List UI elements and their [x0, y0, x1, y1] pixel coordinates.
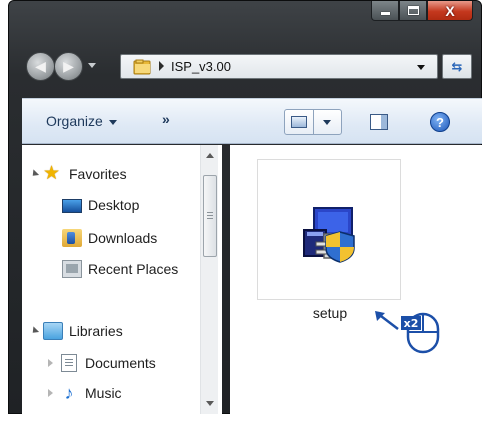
nav-favorites-label: Favorites — [69, 166, 127, 182]
nav-libraries-label: Libraries — [69, 323, 123, 339]
back-arrow-icon: ◀ — [35, 58, 46, 74]
double-click-mouse-icon: x2 — [401, 312, 440, 354]
help-button[interactable]: ? — [430, 112, 450, 132]
close-button[interactable]: X — [427, 1, 473, 21]
scroll-down-arrow-icon[interactable] — [206, 401, 214, 406]
organize-label: Organize — [46, 113, 103, 129]
nav-music[interactable]: ♪ Music — [48, 384, 122, 402]
breadcrumb-current-folder[interactable]: ISP_v3.00 — [171, 59, 231, 74]
minimize-icon — [380, 12, 390, 15]
maximize-button[interactable] — [399, 1, 427, 21]
double-click-label: x2 — [404, 317, 419, 330]
window-bottom-edge — [22, 414, 482, 423]
minimize-button[interactable] — [371, 1, 399, 21]
change-view-control[interactable] — [284, 109, 342, 135]
refresh-button[interactable]: ⇆ — [442, 54, 472, 79]
breadcrumb-separator-icon[interactable] — [159, 61, 164, 71]
address-history-dropdown-icon[interactable] — [417, 65, 425, 70]
organize-button[interactable]: Organize — [46, 113, 117, 129]
close-icon: X — [445, 2, 455, 19]
chevron-down-icon — [108, 119, 117, 125]
nav-downloads[interactable]: Downloads — [62, 229, 157, 247]
downloads-icon — [62, 229, 82, 247]
nav-music-label: Music — [85, 385, 122, 401]
file-list-pane: setup — [230, 145, 482, 414]
nav-recent-places-label: Recent Places — [88, 261, 179, 277]
grip-icon — [207, 212, 213, 219]
recent-places-icon — [62, 260, 82, 278]
installer-icon — [303, 207, 355, 263]
address-bar[interactable]: ISP_v3.00 — [120, 54, 438, 79]
navigation-scrollbar[interactable] — [200, 145, 218, 414]
view-icon — [290, 116, 307, 128]
chevron-down-icon — [323, 119, 332, 125]
file-name-setup[interactable]: setup — [294, 305, 366, 321]
command-toolbar: Organize » ? — [22, 98, 482, 144]
folder-icon — [133, 59, 151, 75]
nav-downloads-label: Downloads — [88, 230, 158, 246]
forward-button[interactable]: ▶ — [54, 52, 83, 81]
nav-recent-places[interactable]: Recent Places — [62, 260, 178, 278]
scroll-up-arrow-icon[interactable] — [206, 153, 214, 158]
nav-documents[interactable]: Documents — [48, 354, 156, 372]
view-options-dropdown[interactable] — [312, 110, 342, 134]
forward-arrow-icon: ▶ — [63, 58, 74, 74]
nav-desktop-label: Desktop — [88, 197, 140, 213]
nav-desktop[interactable]: Desktop — [62, 197, 139, 213]
collapsed-triangle-icon[interactable] — [48, 389, 53, 397]
caption-buttons: X — [371, 1, 473, 21]
navigation-pane: ★ Favorites Desktop Downloads Recent Pla… — [22, 145, 222, 414]
maximize-icon — [407, 6, 419, 15]
expanded-triangle-icon[interactable] — [29, 326, 40, 336]
file-item-setup[interactable] — [257, 159, 401, 300]
nav-libraries[interactable]: Libraries — [29, 322, 123, 340]
collapsed-triangle-icon[interactable] — [48, 359, 53, 367]
nav-documents-label: Documents — [85, 355, 156, 371]
documents-icon — [61, 354, 77, 372]
back-button[interactable]: ◀ — [26, 52, 55, 81]
navigation-bar: ◀ ▶ ISP_v3.00 ⇆ — [22, 46, 482, 86]
expanded-triangle-icon[interactable] — [29, 169, 40, 179]
preview-pane-button[interactable] — [370, 114, 388, 130]
nav-favorites[interactable]: ★ Favorites — [29, 163, 127, 184]
more-commands-button[interactable]: » — [162, 111, 170, 127]
scrollbar-thumb[interactable] — [203, 175, 217, 257]
pointer-arrow-icon — [375, 311, 399, 330]
star-icon: ★ — [43, 163, 61, 184]
change-view-button[interactable] — [285, 110, 313, 134]
music-icon: ♪ — [64, 383, 74, 403]
libraries-icon — [43, 322, 63, 340]
desktop-icon — [62, 199, 82, 213]
recent-pages-chevron-icon[interactable] — [88, 63, 96, 68]
refresh-icon: ⇆ — [451, 58, 463, 74]
